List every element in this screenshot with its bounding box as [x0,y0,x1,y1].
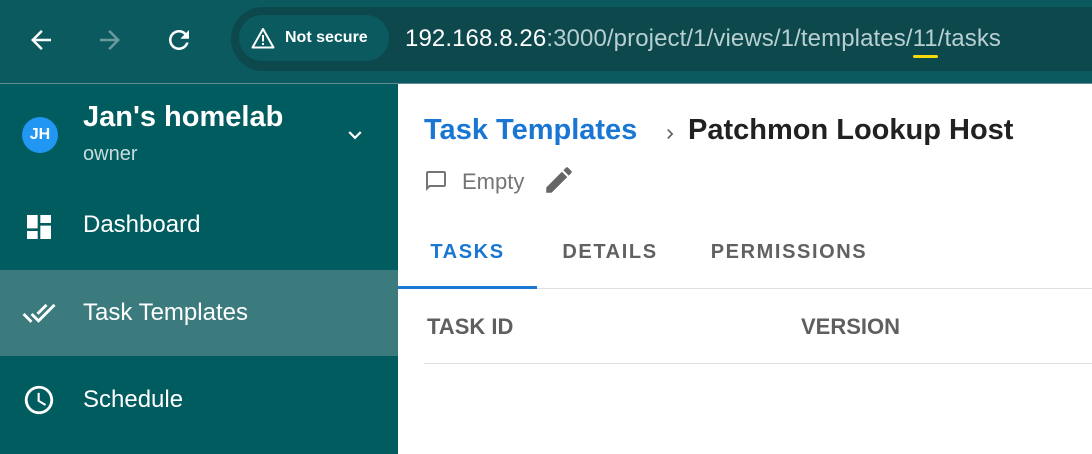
breadcrumb-parent-link[interactable]: Task Templates [424,114,637,147]
forward-button[interactable] [92,22,128,58]
column-header-version[interactable]: VERSION [801,314,900,340]
tab-permissions[interactable]: PERMISSIONS [683,236,895,288]
clock-icon [22,383,56,417]
security-chip[interactable]: Not secure [239,15,389,61]
comment-icon [426,171,446,191]
project-name[interactable]: Jan's homelab [83,101,283,134]
sidebar-item-label: Task Templates [83,299,248,326]
chevron-right-icon [667,129,674,139]
active-tab-indicator [398,286,537,289]
url-path: :3000/project/1/views/1/templates/ [546,25,913,52]
back-button[interactable] [23,22,59,58]
column-header-task-id[interactable]: TASK ID [427,314,513,340]
arrow-left-icon [31,30,51,50]
chevron-down-icon[interactable] [342,122,368,148]
sidebar-item-label: Dashboard [83,211,201,238]
tab-label: DETAILS [562,241,658,263]
tab-tasks[interactable]: TASKS [398,236,537,288]
tab-details[interactable]: DETAILS [537,236,683,288]
description-text: Empty [462,169,525,194]
pencil-icon[interactable] [542,163,576,197]
tab-label: TASKS [430,241,505,263]
url-text[interactable]: 192.168.8.26:3000/project/1/views/1/temp… [405,25,1001,53]
sidebar-item-label: Schedule [83,386,184,413]
url-path-end: /tasks [937,25,1002,52]
double-check-icon [22,296,56,330]
avatar: JH [22,117,58,153]
sidebar-item-schedule[interactable]: Schedule [0,356,398,442]
reload-icon [169,30,189,50]
security-chip-label: Not secure [285,29,368,46]
sidebar-item-task-templates[interactable]: Task Templates [0,270,398,356]
url-highlighted-id: 11 [912,25,938,52]
url-host: 192.168.8.26 [405,25,547,52]
warning-triangle-icon [251,28,275,49]
arrow-right-icon [100,30,120,50]
reload-button[interactable] [161,22,197,58]
sidebar-item-dashboard[interactable]: Dashboard [0,184,398,270]
project-role: owner [83,143,138,165]
dashboard-icon [22,210,56,244]
tab-label: PERMISSIONS [710,241,868,263]
page-title: Patchmon Lookup Host [688,114,1014,146]
table-header-divider [424,363,1092,364]
